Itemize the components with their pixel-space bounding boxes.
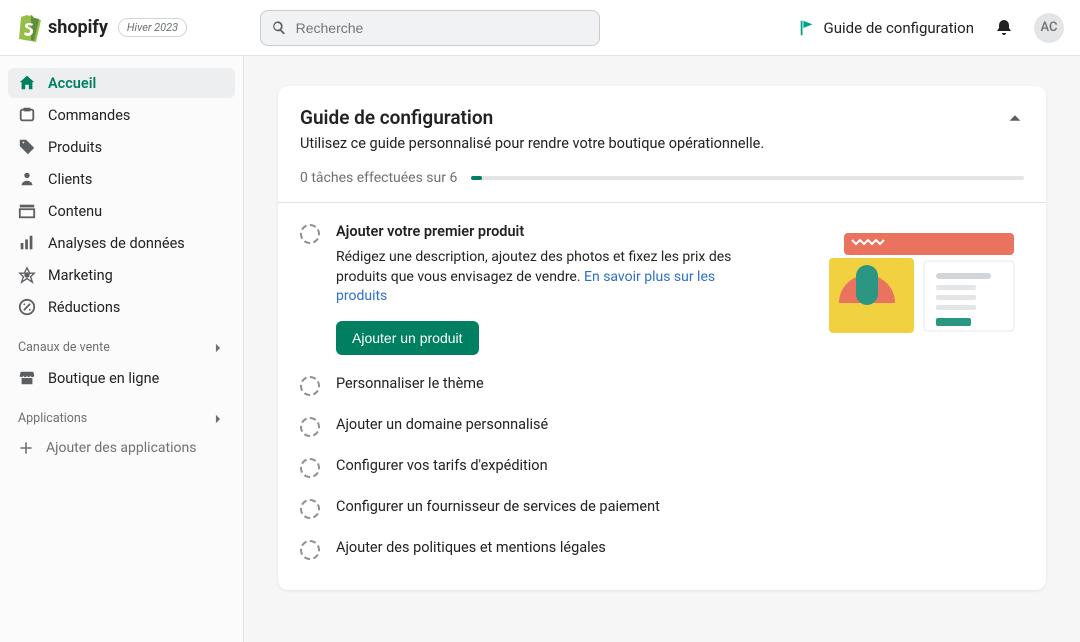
chevron-right-icon xyxy=(211,412,225,426)
step-status-icon xyxy=(300,376,320,396)
step-add-product[interactable]: Ajouter votre premier produit Rédigez un… xyxy=(300,213,1024,365)
step-title: Configurer vos tarifs d'expédition xyxy=(336,457,1024,474)
tag-icon xyxy=(18,138,36,156)
step-legal[interactable]: Ajouter des politiques et mentions légal… xyxy=(300,529,1024,570)
sidebar-item-marketing[interactable]: Marketing xyxy=(8,260,235,290)
step-add-domain[interactable]: Ajouter un domaine personnalisé xyxy=(300,406,1024,447)
sidebar: Accueil Commandes Produits Clients Conte… xyxy=(0,56,244,642)
store-icon xyxy=(18,369,36,387)
step-list: Ajouter votre premier produit Rédigez un… xyxy=(278,203,1046,590)
sidebar-item-label: Analyses de données xyxy=(48,235,185,252)
product-illustration xyxy=(824,223,1024,343)
search-input[interactable] xyxy=(296,20,589,36)
guide-link[interactable]: Guide de configuration xyxy=(798,19,974,37)
sidebar-item-label: Réductions xyxy=(48,299,120,316)
sidebar-item-online-store[interactable]: Boutique en ligne xyxy=(8,363,235,393)
sidebar-item-label: Marketing xyxy=(48,267,113,284)
sidebar-item-label: Produits xyxy=(48,139,102,156)
sidebar-item-label: Boutique en ligne xyxy=(48,370,159,387)
shopify-logo[interactable]: shopify xyxy=(16,14,108,42)
step-status-icon xyxy=(300,499,320,519)
step-status-icon xyxy=(300,224,320,244)
step-status-icon xyxy=(300,540,320,560)
sidebar-item-customers[interactable]: Clients xyxy=(8,164,235,194)
analytics-icon xyxy=(18,234,36,252)
step-title: Configurer un fournisseur de services de… xyxy=(336,498,1024,515)
step-title: Personnaliser le thème xyxy=(336,375,1024,392)
shopify-bag-icon xyxy=(16,14,42,42)
guide-subtitle: Utilisez ce guide personnalisé pour rend… xyxy=(300,135,1024,152)
plus-icon xyxy=(18,440,34,456)
person-icon xyxy=(18,170,36,188)
guide-title: Guide de configuration xyxy=(300,106,493,129)
avatar[interactable]: AC xyxy=(1034,13,1064,43)
search-field[interactable] xyxy=(260,10,600,46)
chevron-right-icon xyxy=(211,341,225,355)
progress-text: 0 tâches effectuées sur 6 xyxy=(300,170,457,186)
sidebar-item-home[interactable]: Accueil xyxy=(8,68,235,98)
apps-header[interactable]: Applications xyxy=(8,403,235,434)
add-apps-label: Ajouter des applications xyxy=(46,440,196,456)
sidebar-item-label: Commandes xyxy=(48,107,130,124)
add-apps-button[interactable]: Ajouter des applications xyxy=(8,434,235,462)
sidebar-item-analytics[interactable]: Analyses de données xyxy=(8,228,235,258)
main-content: Guide de configuration Utilisez ce guide… xyxy=(244,56,1080,642)
header-right: Guide de configuration AC xyxy=(798,13,1064,43)
step-title: Ajouter votre premier produit xyxy=(336,223,808,240)
discount-icon xyxy=(18,298,36,316)
step-customize-theme[interactable]: Personnaliser le thème xyxy=(300,365,1024,406)
content-icon xyxy=(18,202,36,220)
step-title: Ajouter des politiques et mentions légal… xyxy=(336,539,1024,556)
home-icon xyxy=(18,74,36,92)
channels-header[interactable]: Canaux de vente xyxy=(8,332,235,363)
sidebar-item-orders[interactable]: Commandes xyxy=(8,100,235,130)
marketing-icon xyxy=(18,266,36,284)
progress-bar xyxy=(471,176,1024,180)
guide-link-label: Guide de configuration xyxy=(824,19,974,37)
sidebar-item-label: Accueil xyxy=(48,75,96,92)
sidebar-item-label: Clients xyxy=(48,171,92,188)
brand-text: shopify xyxy=(48,17,108,38)
step-title: Ajouter un domaine personnalisé xyxy=(336,416,1024,433)
step-payment[interactable]: Configurer un fournisseur de services de… xyxy=(300,488,1024,529)
step-status-icon xyxy=(300,458,320,478)
flag-icon xyxy=(798,19,816,37)
bell-icon[interactable] xyxy=(994,18,1014,38)
step-status-icon xyxy=(300,417,320,437)
apps-header-label: Applications xyxy=(18,411,87,426)
chevron-up-icon[interactable] xyxy=(1006,109,1024,127)
orders-icon xyxy=(18,106,36,124)
season-badge: Hiver 2023 xyxy=(118,18,187,37)
channels-header-label: Canaux de vente xyxy=(18,340,110,355)
sidebar-item-discounts[interactable]: Réductions xyxy=(8,292,235,322)
sidebar-item-label: Contenu xyxy=(48,203,102,220)
step-shipping[interactable]: Configurer vos tarifs d'expédition xyxy=(300,447,1024,488)
search-icon xyxy=(271,19,288,37)
sidebar-item-content[interactable]: Contenu xyxy=(8,196,235,226)
setup-guide-card: Guide de configuration Utilisez ce guide… xyxy=(278,86,1046,590)
header: shopify Hiver 2023 Guide de configuratio… xyxy=(0,0,1080,56)
sidebar-item-products[interactable]: Produits xyxy=(8,132,235,162)
add-product-button[interactable]: Ajouter un produit xyxy=(336,321,479,355)
step-description: Rédigez une description, ajoutez des pho… xyxy=(336,248,756,307)
logo-area: shopify Hiver 2023 xyxy=(16,14,244,42)
